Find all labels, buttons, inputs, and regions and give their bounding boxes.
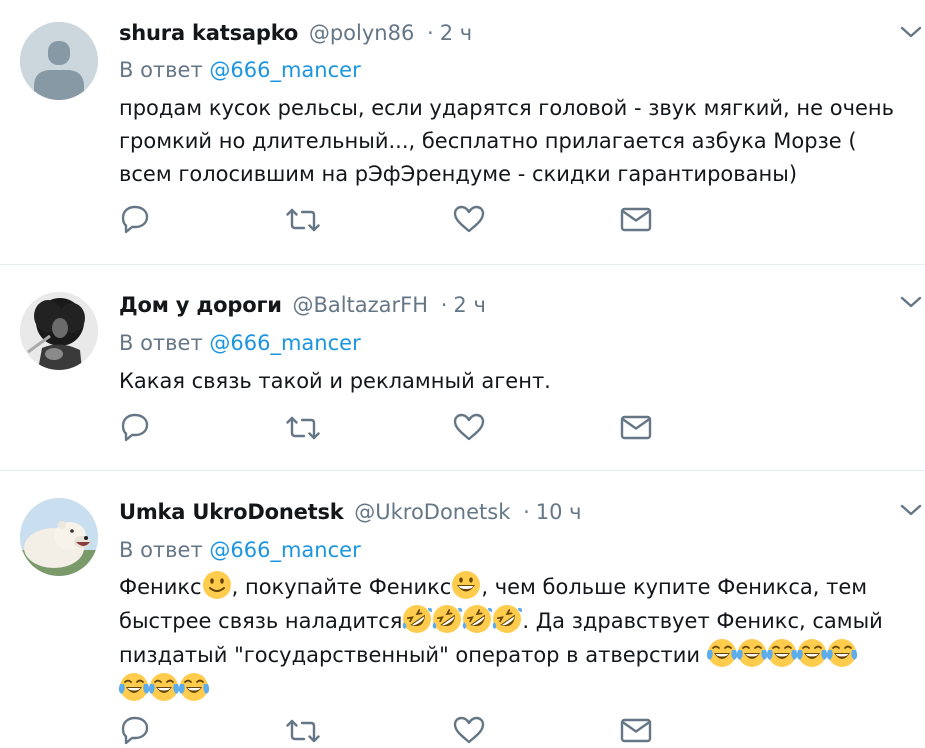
face-with-tears-of-joy-icon — [796, 638, 827, 668]
reply-context: В ответ @666_mancer — [119, 55, 361, 85]
like-button[interactable] — [452, 714, 486, 748]
rolling-on-floor-laughing-icon — [462, 604, 493, 634]
retweet-button[interactable] — [286, 411, 320, 445]
reply-icon — [121, 413, 149, 442]
reply-context: В ответ @666_mancer — [119, 535, 361, 565]
face-with-tears-of-joy-icon — [149, 672, 179, 702]
reply-prefix: В ответ — [119, 538, 203, 562]
avatar[interactable] — [20, 292, 98, 370]
chevron-down-icon[interactable] — [899, 290, 923, 314]
direct-message-button[interactable] — [619, 411, 653, 445]
reply-prefix: В ответ — [119, 331, 203, 355]
tweet-text: продам кусок рельсы, если ударятся голов… — [119, 96, 895, 186]
reply-context: В ответ @666_mancer — [119, 328, 361, 358]
rolling-on-floor-laughing-icon — [492, 604, 523, 634]
user-handle[interactable]: @UkroDonetsk — [354, 500, 510, 524]
reply-button[interactable] — [119, 411, 153, 445]
separator-dot: · — [440, 293, 448, 317]
slightly-smiling-face-icon — [201, 570, 232, 600]
tweet-text-part: , покупайте Феникс — [231, 575, 452, 599]
retweet-button[interactable] — [286, 714, 320, 748]
reply-mention-link[interactable]: @666_mancer — [209, 58, 360, 82]
reply-mention-link[interactable]: @666_mancer — [209, 538, 360, 562]
user-handle[interactable]: @polyn86 — [309, 21, 414, 45]
tweet-text-part: . Да здравствует Феникс, самый — [522, 609, 883, 633]
separator-dot: · — [523, 500, 530, 524]
tweet-header: Umka UkroDonetsk @UkroDonetsk · 10 ч — [119, 497, 582, 527]
reply-icon — [121, 716, 149, 745]
tweet[interactable]: Дом у дороги @BaltazarFH · 2 ч В ответ @6… — [0, 265, 925, 470]
heart-icon — [453, 413, 485, 441]
face-with-tears-of-joy-icon — [766, 638, 797, 668]
chevron-down-icon[interactable] — [899, 498, 923, 522]
reply-icon — [121, 205, 149, 234]
retweet-icon — [286, 719, 320, 743]
display-name[interactable]: shura katsapko — [119, 21, 298, 45]
face-with-tears-of-joy-icon — [826, 638, 857, 668]
timestamp[interactable]: 2 ч — [453, 293, 485, 317]
guitarist-photo-icon — [20, 292, 98, 370]
timestamp[interactable]: 2 ч — [440, 21, 472, 45]
like-button[interactable] — [452, 203, 486, 237]
reply-prefix: В ответ — [119, 58, 203, 82]
separator-dot: · — [427, 21, 434, 45]
direct-message-button[interactable] — [619, 714, 653, 748]
grinning-face-icon — [452, 571, 481, 599]
tweet-text-part: Феникс — [119, 575, 202, 599]
heart-icon — [453, 716, 485, 744]
like-button[interactable] — [452, 411, 486, 445]
timestamp[interactable]: 10 ч — [536, 500, 582, 524]
tweet[interactable]: Umka UkroDonetsk @UkroDonetsk · 10 ч В от… — [0, 471, 925, 745]
retweet-icon — [286, 416, 320, 440]
reply-mention-link[interactable]: @666_mancer — [209, 331, 360, 355]
envelope-icon — [620, 718, 652, 743]
rolling-on-floor-laughing-icon — [432, 604, 463, 634]
heart-icon — [453, 205, 485, 233]
tweet-text-part: , чем больше купите Феникса, тем — [481, 575, 868, 599]
face-with-tears-of-joy-icon — [119, 672, 149, 702]
chevron-down-icon[interactable] — [899, 20, 923, 44]
tweet-text: Какая связь такой и рекламный агент. — [119, 369, 551, 393]
reply-button[interactable] — [119, 203, 153, 237]
tweet-actions — [119, 714, 679, 748]
reply-button[interactable] — [119, 714, 153, 748]
retweet-button[interactable] — [286, 203, 320, 237]
tweet-text: Феникс , покупайте Феникс , чем больше куп… — [119, 570, 919, 706]
envelope-icon — [620, 207, 652, 232]
avatar[interactable] — [20, 498, 98, 576]
face-with-tears-of-joy-icon — [736, 638, 767, 668]
display-name[interactable]: Дом у дороги — [119, 293, 282, 317]
avatar[interactable] — [20, 22, 98, 100]
user-handle[interactable]: @BaltazarFH — [292, 293, 428, 317]
tweet[interactable]: shura katsapko @polyn86 · 2 ч В ответ @66… — [0, 0, 925, 265]
rolling-on-floor-laughing-icon — [402, 604, 433, 634]
polar-bear-photo-icon — [20, 498, 98, 576]
tweet-text-part: пиздатый "государственный" оператор в ат… — [119, 643, 707, 667]
tweet-actions — [119, 411, 679, 445]
face-with-tears-of-joy-icon — [179, 672, 209, 702]
retweet-icon — [286, 208, 320, 232]
tweet-actions — [119, 203, 679, 237]
default-avatar-icon — [20, 22, 98, 100]
tweet-text-part: быстрее связь наладится — [119, 609, 403, 633]
display-name[interactable]: Umka UkroDonetsk — [119, 500, 344, 524]
direct-message-button[interactable] — [619, 203, 653, 237]
tweet-header: shura katsapko @polyn86 · 2 ч — [119, 18, 472, 48]
tweet-header: Дом у дороги @BaltazarFH · 2 ч — [119, 290, 486, 320]
face-with-tears-of-joy-icon — [706, 638, 737, 668]
envelope-icon — [620, 415, 652, 440]
